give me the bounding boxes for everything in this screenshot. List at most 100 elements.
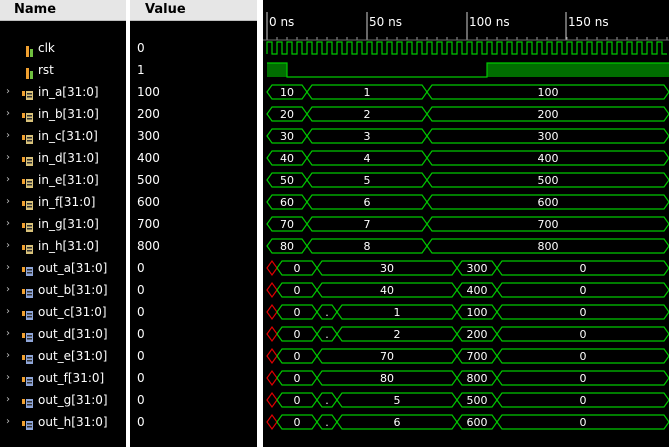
bus-value-label: 0 (294, 262, 301, 275)
signal-row-out-f[interactable]: › out_f[31:0] (0, 367, 126, 389)
trace-clk (266, 41, 667, 55)
signal-name-label: out_c[31:0] (38, 305, 107, 319)
value-column-header[interactable]: Value (130, 0, 257, 21)
bus-input-icon (22, 196, 33, 210)
bus-value-label: 30 (280, 130, 294, 143)
expand-chevron-icon[interactable]: › (6, 257, 14, 279)
bus-value-label: 300 (538, 130, 559, 143)
signal-name-label: out_a[31:0] (38, 261, 108, 275)
signal-row-in-g[interactable]: › in_g[31:0] (0, 213, 126, 235)
signal-row-out-g[interactable]: › out_g[31:0] (0, 389, 126, 411)
expand-chevron-icon[interactable]: › (6, 345, 14, 367)
signal-row-out-h[interactable]: › out_h[31:0] (0, 411, 126, 433)
signal-name-label: in_b[31:0] (38, 107, 99, 121)
signal-name-label: in_d[31:0] (38, 151, 99, 165)
signal-value-row: 0 (130, 411, 257, 433)
bus-value-label: 8 (364, 240, 371, 253)
expand-chevron-icon[interactable]: › (6, 125, 14, 147)
bus-value-label: 6 (364, 196, 371, 209)
bus-value-label: 700 (467, 350, 488, 363)
bus-value-label: 0 (580, 372, 587, 385)
signal-value: 0 (137, 327, 145, 341)
signal-value: 0 (137, 371, 145, 385)
expand-chevron-icon[interactable]: › (6, 279, 14, 301)
expand-chevron-icon[interactable]: › (6, 81, 14, 103)
signal-row-in-h[interactable]: › in_h[31:0] (0, 235, 126, 257)
bus-input-icon (22, 174, 33, 188)
bus-value-label: 0 (294, 284, 301, 297)
time-marker-label: 50 ns (369, 15, 402, 29)
bus-value-label: 0 (580, 394, 587, 407)
clock-waveform (266, 41, 667, 55)
signal-name-label: in_g[31:0] (38, 217, 99, 231)
signal-value-row: 800 (130, 235, 257, 257)
signal-row-in-d[interactable]: › in_d[31:0] (0, 147, 126, 169)
signal-row-in-a[interactable]: › in_a[31:0] (0, 81, 126, 103)
expand-chevron-icon[interactable]: › (6, 235, 14, 257)
signal-value: 0 (137, 41, 145, 55)
bus-value-label: 80 (380, 372, 394, 385)
bus-input-icon (22, 152, 33, 166)
signal-value-row: 500 (130, 169, 257, 191)
signal-row-out-a[interactable]: › out_a[31:0] (0, 257, 126, 279)
time-marker-label: 150 ns (568, 15, 609, 29)
signal-row-in-c[interactable]: › in_c[31:0] (0, 125, 126, 147)
bus-input-icon (22, 240, 33, 254)
value-header-label: Value (145, 2, 186, 17)
bus-value-label: 10 (280, 86, 294, 99)
reset-high-fill (267, 63, 287, 77)
expand-chevron-icon[interactable]: › (6, 411, 14, 433)
bus-value-label: 70 (380, 350, 394, 363)
bus-value-label: 0 (294, 350, 301, 363)
signal-value-row: 0 (130, 257, 257, 279)
signal-value: 500 (137, 173, 160, 187)
bus-value-label: 7 (364, 218, 371, 231)
signal-row-clk[interactable]: clk (0, 37, 126, 59)
waveform-viewer[interactable]: 0 ns 50 ns 100 ns 150 ns 10 1 10020 2 20030 3 300… (263, 0, 669, 447)
expand-chevron-icon[interactable]: › (6, 323, 14, 345)
name-column-header[interactable]: Name (0, 0, 126, 21)
expand-chevron-icon[interactable]: › (6, 301, 14, 323)
bus-value-label: 800 (467, 372, 488, 385)
expand-chevron-icon[interactable]: › (6, 389, 14, 411)
bus-value-label: 0 (580, 416, 587, 429)
signal-row-rst[interactable]: rst (0, 59, 126, 81)
signal-name-column: Name clk rst › in_a[31:0] › in_b[31:0] › in_c[3… (0, 0, 126, 447)
signal-row-out-b[interactable]: › out_b[31:0] (0, 279, 126, 301)
bus-output-icon (22, 372, 33, 386)
bus-value-label: 400 (538, 152, 559, 165)
bus-value-label: . (325, 416, 329, 429)
expand-chevron-icon[interactable]: › (6, 213, 14, 235)
expand-chevron-icon[interactable]: › (6, 367, 14, 389)
bus-input-icon (22, 218, 33, 232)
signal-name-label: out_f[31:0] (38, 371, 105, 385)
bus-input-icon (22, 108, 33, 122)
signal-row-in-f[interactable]: › in_f[31:0] (0, 191, 126, 213)
signal-value: 0 (137, 349, 145, 363)
bus-value-label: 5 (364, 174, 371, 187)
expand-chevron-icon[interactable]: › (6, 191, 14, 213)
signal-row-in-b[interactable]: › in_b[31:0] (0, 103, 126, 125)
signal-value-row: 0 (130, 279, 257, 301)
signal-value: 100 (137, 85, 160, 99)
bus-output-icon (22, 416, 33, 430)
bus-value-label: 6 (394, 416, 401, 429)
signal-value-row: 300 (130, 125, 257, 147)
bus-value-label: 800 (538, 240, 559, 253)
signal-value: 1 (137, 63, 145, 77)
bus-value-label: 70 (280, 218, 294, 231)
signal-value-row: 700 (130, 213, 257, 235)
signal-name-label: clk (38, 41, 55, 55)
bus-value-label: 60 (280, 196, 294, 209)
expand-chevron-icon[interactable]: › (6, 147, 14, 169)
signal-row-out-e[interactable]: › out_e[31:0] (0, 345, 126, 367)
signal-row-in-e[interactable]: › in_e[31:0] (0, 169, 126, 191)
expand-chevron-icon[interactable]: › (6, 103, 14, 125)
signal-row-out-d[interactable]: › out_d[31:0] (0, 323, 126, 345)
bus-value-label: 700 (538, 218, 559, 231)
signal-row-out-c[interactable]: › out_c[31:0] (0, 301, 126, 323)
expand-chevron-icon[interactable]: › (6, 169, 14, 191)
name-header-label: Name (14, 2, 57, 17)
bus-value-label: 0 (294, 416, 301, 429)
bus-value-label: 0 (580, 350, 587, 363)
